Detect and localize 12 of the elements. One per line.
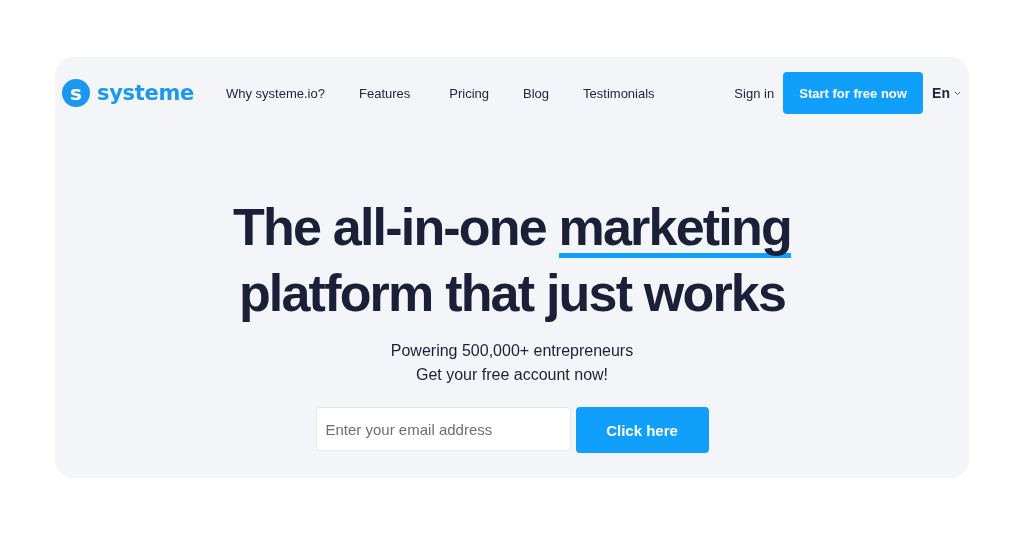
headline: The all-in-one marketing platform that just works (233, 197, 791, 324)
chevron-down-icon[interactable] (954, 90, 961, 96)
language-selector[interactable]: En (932, 85, 950, 101)
nav-link[interactable]: Testimonials (583, 85, 655, 101)
subtitle-text: Get your free account now! (415, 366, 609, 384)
subtitle-text: Powering 500,000+ entrepreneurs (390, 342, 634, 360)
nav-link[interactable]: Why systeme.io? (226, 85, 325, 101)
nav-link[interactable]: Pricing (449, 85, 490, 101)
nav-link[interactable]: Blog (523, 85, 550, 101)
email-input-field[interactable]: Enter your email address (315, 407, 571, 451)
nav-link[interactable]: Features (359, 85, 411, 101)
sign-in-link[interactable]: Sign in (734, 85, 775, 101)
